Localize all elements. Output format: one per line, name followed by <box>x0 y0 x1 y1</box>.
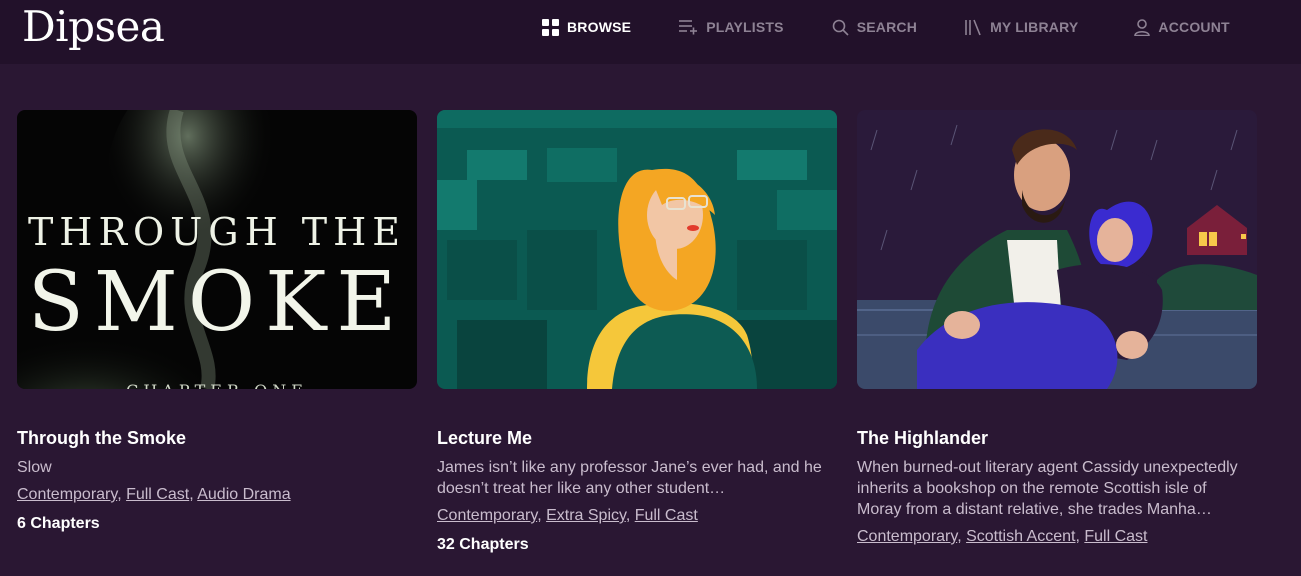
tag-link[interactable]: Contemporary <box>857 528 957 545</box>
story-card: THROUGH THE SMOKE CHAPTER ONE Through th… <box>17 110 417 534</box>
story-description: When burned-out literary agent Cassidy u… <box>857 459 1238 518</box>
nav-playlists[interactable]: PLAYLISTS <box>679 17 784 37</box>
library-icon <box>965 19 981 35</box>
grid-icon <box>542 18 559 36</box>
nav-search-label: SEARCH <box>856 19 918 35</box>
nav-search[interactable]: SEARCH <box>832 17 917 37</box>
tag-link[interactable]: Extra Spicy <box>546 507 626 524</box>
cover-art <box>857 110 1257 389</box>
story-description: James isn’t like any professor Jane’s ev… <box>437 459 822 497</box>
nav-browse[interactable]: BROWSE <box>542 17 631 37</box>
story-title[interactable]: The Highlander <box>857 427 1257 449</box>
tag-link[interactable]: Full Cast <box>126 486 189 503</box>
nav-account[interactable]: ACCOUNT <box>1134 17 1230 37</box>
tag-link[interactable]: Contemporary <box>437 507 537 524</box>
nav-account-label: ACCOUNT <box>1158 19 1230 35</box>
cover-art <box>437 110 837 389</box>
tag-link[interactable]: Audio Drama <box>197 486 290 503</box>
story-chapter-count: 32 Chapters <box>437 536 529 553</box>
tag-link[interactable]: Contemporary <box>17 486 117 503</box>
story-description: Slow <box>17 459 52 476</box>
cover-title-line2: SMOKE <box>28 255 406 350</box>
cover-art: THROUGH THE SMOKE CHAPTER ONE <box>17 110 417 389</box>
playlist-add-icon <box>679 20 698 35</box>
nav-browse-label: BROWSE <box>567 19 632 35</box>
story-title[interactable]: Lecture Me <box>437 427 837 449</box>
story-cover-through-the-smoke[interactable]: THROUGH THE SMOKE CHAPTER ONE <box>17 110 417 389</box>
story-card: Lecture Me James isn’t like any professo… <box>437 110 837 555</box>
story-cover-the-highlander[interactable] <box>857 110 1257 389</box>
cover-title-line1: THROUGH THE <box>28 210 406 254</box>
nav-playlists-label: PLAYLISTS <box>706 19 784 35</box>
tag-link[interactable]: Scottish Accent <box>966 528 1075 545</box>
main-nav: BROWSE PLAYLISTS SEARCH MY LIBRARY ACCOU… <box>542 17 1230 37</box>
story-tags: Contemporary, Extra Spicy, Full Cast <box>437 507 698 524</box>
dipsea-logo[interactable]: Dipsea <box>22 2 165 51</box>
story-title[interactable]: Through the Smoke <box>17 427 417 449</box>
section-heading-cutoff <box>18 64 78 74</box>
story-card: The Highlander When burned-out literary … <box>857 110 1257 547</box>
story-tags: Contemporary, Scottish Accent, Full Cast <box>857 528 1148 545</box>
tag-link[interactable]: Full Cast <box>1084 528 1147 545</box>
nav-my-library[interactable]: MY LIBRARY <box>965 17 1078 37</box>
user-icon <box>1134 18 1151 36</box>
top-navigation-bar: Dipsea BROWSE PLAYLISTS SEARCH MY LIBRAR… <box>0 0 1301 64</box>
story-tags: Contemporary, Full Cast, Audio Drama <box>17 486 291 503</box>
cover-title-line3: CHAPTER ONE <box>126 381 308 389</box>
search-icon <box>832 19 849 36</box>
browse-page: Dipsea BROWSE PLAYLISTS SEARCH MY LIBRAR… <box>0 0 1301 576</box>
nav-my-library-label: MY LIBRARY <box>990 19 1079 35</box>
story-cover-lecture-me[interactable] <box>437 110 837 389</box>
tag-link[interactable]: Full Cast <box>635 507 698 524</box>
story-chapter-count: 6 Chapters <box>17 515 100 532</box>
